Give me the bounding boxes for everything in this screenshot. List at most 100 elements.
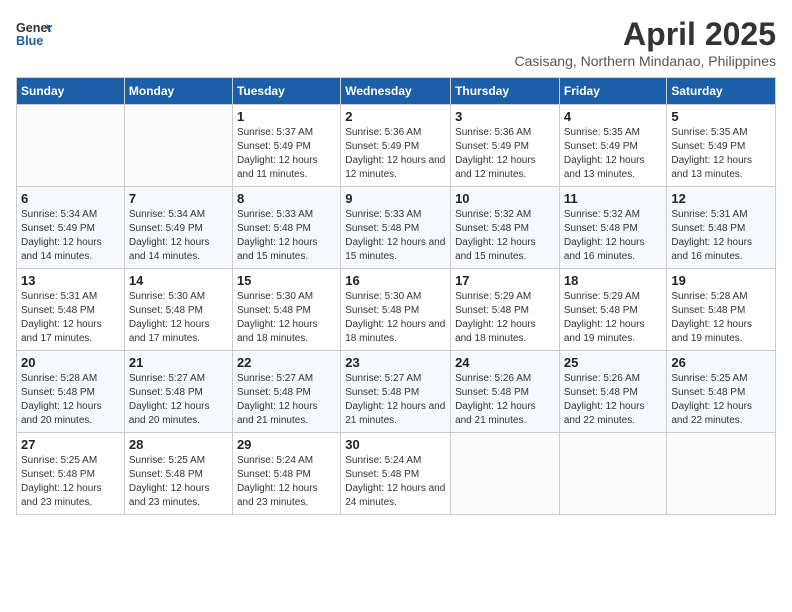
day-number: 11 (564, 191, 663, 206)
day-number: 14 (129, 273, 228, 288)
calendar-cell: 3Sunrise: 5:36 AMSunset: 5:49 PMDaylight… (451, 105, 560, 187)
column-header-sunday: Sunday (17, 78, 125, 105)
day-number: 23 (345, 355, 446, 370)
day-number: 22 (237, 355, 336, 370)
calendar-cell: 22 Sunrise: 5:27 AMSunset: 5:48 PMDayligh… (232, 351, 340, 433)
calendar-cell: 13 Sunrise: 5:31 AMSunset: 5:48 PMDayligh… (17, 269, 125, 351)
page-header: General Blue April 2025 Casisang, Northe… (16, 16, 776, 69)
day-number: 5 (671, 109, 771, 124)
day-number: 12 (671, 191, 771, 206)
day-detail: Sunrise: 5:27 AMSunset: 5:48 PMDaylight:… (345, 372, 446, 428)
day-detail: Sunrise: 5:26 AMSunset: 5:48 PMDaylight:… (455, 372, 555, 428)
day-number: 20 (21, 355, 120, 370)
day-number: 19 (671, 273, 771, 288)
day-detail: Sunrise: 5:29 AMSunset: 5:48 PMDaylight:… (564, 290, 663, 346)
day-number: 10 (455, 191, 555, 206)
calendar-cell: 9 Sunrise: 5:33 AMSunset: 5:48 PMDaylight… (341, 187, 451, 269)
day-detail: Sunrise: 5:33 AMSunset: 5:48 PMDaylight:… (237, 208, 336, 264)
calendar-week-5: 27 Sunrise: 5:25 AMSunset: 5:48 PMDayligh… (17, 433, 776, 515)
calendar-cell: 26 Sunrise: 5:25 AMSunset: 5:48 PMDayligh… (667, 351, 776, 433)
calendar-cell (451, 433, 560, 515)
svg-text:Blue: Blue (16, 34, 43, 48)
calendar-cell: 19Sunrise: 5:28 AMSunset: 5:48 PMDayligh… (667, 269, 776, 351)
day-number: 6 (21, 191, 120, 206)
calendar-cell: 29 Sunrise: 5:24 AMSunset: 5:48 PMDayligh… (232, 433, 340, 515)
calendar-cell: 21Sunrise: 5:27 AMSunset: 5:48 PMDayligh… (124, 351, 232, 433)
day-number: 1 (237, 109, 336, 124)
calendar-cell: 15Sunrise: 5:30 AMSunset: 5:48 PMDayligh… (232, 269, 340, 351)
day-number: 25 (564, 355, 663, 370)
calendar-header-row: SundayMondayTuesdayWednesdayThursdayFrid… (17, 78, 776, 105)
day-detail: Sunrise: 5:32 AMSunset: 5:48 PMDaylight:… (564, 208, 663, 264)
day-number: 15 (237, 273, 336, 288)
day-detail: Sunrise: 5:24 AMSunset: 5:48 PMDaylight:… (237, 454, 336, 510)
calendar-cell: 10 Sunrise: 5:32 AMSunset: 5:48 PMDayligh… (451, 187, 560, 269)
calendar-cell: 11 Sunrise: 5:32 AMSunset: 5:48 PMDayligh… (559, 187, 667, 269)
calendar-cell: 1 Sunrise: 5:37 AMSunset: 5:49 PMDaylight… (232, 105, 340, 187)
calendar-cell: 16 Sunrise: 5:30 AMSunset: 5:48 PMDayligh… (341, 269, 451, 351)
column-header-friday: Friday (559, 78, 667, 105)
calendar-cell: 7Sunrise: 5:34 AMSunset: 5:49 PMDaylight… (124, 187, 232, 269)
calendar-cell: 23 Sunrise: 5:27 AMSunset: 5:48 PMDayligh… (341, 351, 451, 433)
day-number: 21 (129, 355, 228, 370)
day-number: 30 (345, 437, 446, 452)
day-number: 29 (237, 437, 336, 452)
day-detail: Sunrise: 5:32 AMSunset: 5:48 PMDaylight:… (455, 208, 555, 264)
calendar-cell (17, 105, 125, 187)
day-detail: Sunrise: 5:37 AMSunset: 5:49 PMDaylight:… (237, 126, 336, 182)
calendar-cell: 20Sunrise: 5:28 AMSunset: 5:48 PMDayligh… (17, 351, 125, 433)
day-detail: Sunrise: 5:34 AMSunset: 5:49 PMDaylight:… (129, 208, 228, 264)
day-detail: Sunrise: 5:30 AMSunset: 5:48 PMDaylight:… (345, 290, 446, 346)
day-detail: Sunrise: 5:31 AMSunset: 5:48 PMDaylight:… (671, 208, 771, 264)
calendar-week-2: 6 Sunrise: 5:34 AMSunset: 5:49 PMDaylight… (17, 187, 776, 269)
day-number: 2 (345, 109, 446, 124)
day-detail: Sunrise: 5:24 AMSunset: 5:48 PMDaylight:… (345, 454, 446, 510)
day-detail: Sunrise: 5:30 AMSunset: 5:48 PMDaylight:… (129, 290, 228, 346)
calendar-cell: 25 Sunrise: 5:26 AMSunset: 5:48 PMDayligh… (559, 351, 667, 433)
day-detail: Sunrise: 5:27 AMSunset: 5:48 PMDaylight:… (237, 372, 336, 428)
calendar-cell: 8 Sunrise: 5:33 AMSunset: 5:48 PMDaylight… (232, 187, 340, 269)
column-header-monday: Monday (124, 78, 232, 105)
day-detail: Sunrise: 5:35 AMSunset: 5:49 PMDaylight:… (564, 126, 663, 182)
logo-icon: General Blue (16, 16, 52, 52)
day-number: 9 (345, 191, 446, 206)
day-number: 24 (455, 355, 555, 370)
day-detail: Sunrise: 5:33 AMSunset: 5:48 PMDaylight:… (345, 208, 446, 264)
calendar-table: SundayMondayTuesdayWednesdayThursdayFrid… (16, 77, 776, 515)
calendar-cell: 24 Sunrise: 5:26 AMSunset: 5:48 PMDayligh… (451, 351, 560, 433)
calendar-cell (559, 433, 667, 515)
calendar-cell: 5Sunrise: 5:35 AMSunset: 5:49 PMDaylight… (667, 105, 776, 187)
calendar-cell: 30 Sunrise: 5:24 AMSunset: 5:48 PMDayligh… (341, 433, 451, 515)
day-detail: Sunrise: 5:29 AMSunset: 5:48 PMDaylight:… (455, 290, 555, 346)
day-number: 13 (21, 273, 120, 288)
day-detail: Sunrise: 5:25 AMSunset: 5:48 PMDaylight:… (21, 454, 120, 510)
column-header-saturday: Saturday (667, 78, 776, 105)
day-number: 8 (237, 191, 336, 206)
calendar-cell: 28Sunrise: 5:25 AMSunset: 5:48 PMDayligh… (124, 433, 232, 515)
day-number: 4 (564, 109, 663, 124)
calendar-cell: 2 Sunrise: 5:36 AMSunset: 5:49 PMDaylight… (341, 105, 451, 187)
calendar-cell: 12 Sunrise: 5:31 AMSunset: 5:48 PMDayligh… (667, 187, 776, 269)
column-header-tuesday: Tuesday (232, 78, 340, 105)
calendar-cell: 18 Sunrise: 5:29 AMSunset: 5:48 PMDayligh… (559, 269, 667, 351)
calendar-cell: 4 Sunrise: 5:35 AMSunset: 5:49 PMDaylight… (559, 105, 667, 187)
column-header-wednesday: Wednesday (341, 78, 451, 105)
day-number: 18 (564, 273, 663, 288)
day-number: 16 (345, 273, 446, 288)
logo: General Blue (16, 16, 52, 52)
calendar-cell: 14 Sunrise: 5:30 AMSunset: 5:48 PMDayligh… (124, 269, 232, 351)
day-detail: Sunrise: 5:31 AMSunset: 5:48 PMDaylight:… (21, 290, 120, 346)
day-number: 3 (455, 109, 555, 124)
title-block: April 2025 Casisang, Northern Mindanao, … (515, 16, 776, 69)
location: Casisang, Northern Mindanao, Philippines (515, 53, 776, 69)
day-detail: Sunrise: 5:36 AMSunset: 5:49 PMDaylight:… (345, 126, 446, 182)
day-detail: Sunrise: 5:25 AMSunset: 5:48 PMDaylight:… (671, 372, 771, 428)
month-year: April 2025 (515, 16, 776, 53)
day-detail: Sunrise: 5:26 AMSunset: 5:48 PMDaylight:… (564, 372, 663, 428)
calendar-week-4: 20Sunrise: 5:28 AMSunset: 5:48 PMDayligh… (17, 351, 776, 433)
calendar-week-1: 1 Sunrise: 5:37 AMSunset: 5:49 PMDaylight… (17, 105, 776, 187)
day-number: 27 (21, 437, 120, 452)
calendar-cell: 6Sunrise: 5:34 AMSunset: 5:49 PMDaylight… (17, 187, 125, 269)
day-number: 26 (671, 355, 771, 370)
calendar-cell: 17Sunrise: 5:29 AMSunset: 5:48 PMDayligh… (451, 269, 560, 351)
